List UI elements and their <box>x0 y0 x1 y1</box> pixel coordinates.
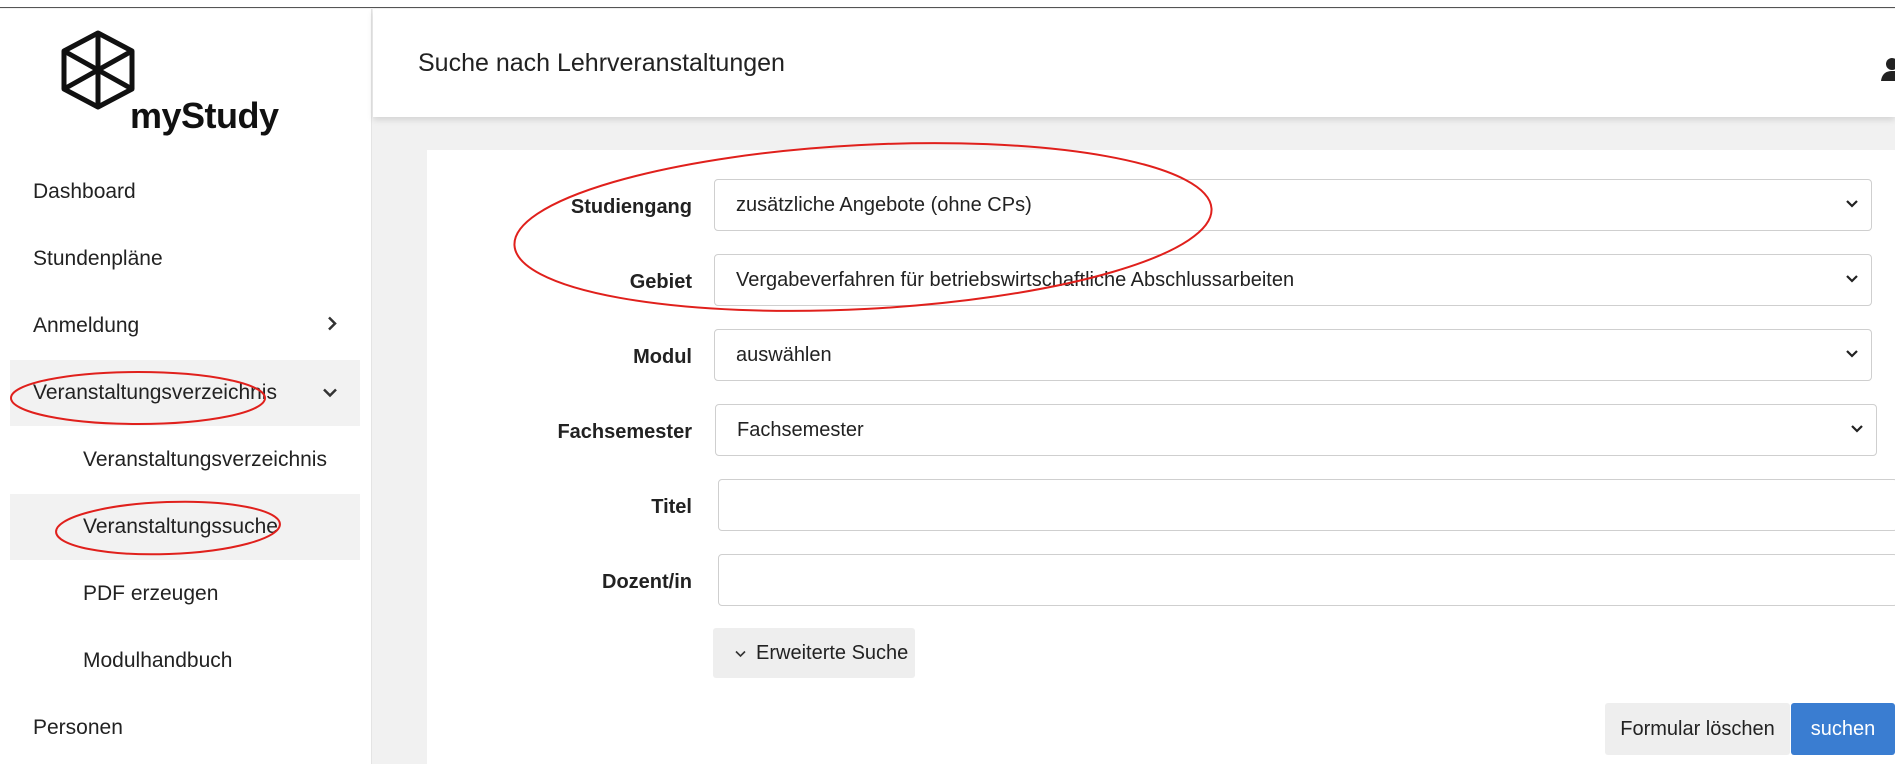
studiengang-select[interactable]: zusätzliche Angebote (ohne CPs) <box>714 179 1872 231</box>
chevron-right-icon <box>326 315 338 338</box>
chevron-down-icon <box>1845 196 1859 214</box>
search-form-card: Studiengang zusätzliche Angebote (ohne C… <box>427 150 1895 764</box>
erweiterte-suche-button[interactable]: Erweiterte Suche <box>713 628 915 678</box>
sidebar-item-label: Stundenpläne <box>33 247 163 270</box>
fachsemester-value: Fachsemester <box>737 418 864 441</box>
chevron-down-icon <box>1845 346 1859 364</box>
page-title: Suche nach Lehrveranstaltungen <box>418 49 785 77</box>
titel-label: Titel <box>651 496 692 518</box>
sidebar-item-label: PDF erzeugen <box>83 582 219 605</box>
sidebar-item-stundenplaene[interactable]: Stundenpläne <box>10 226 360 292</box>
hexagon-cube-icon <box>61 30 135 110</box>
modul-value: auswählen <box>736 343 832 366</box>
search-button[interactable]: suchen <box>1791 703 1895 755</box>
sidebar-item-label: Veranstaltungssuche <box>83 515 278 538</box>
chevron-down-icon <box>322 382 338 405</box>
sidebar-subitem-veranstaltungsverzeichnis[interactable]: Veranstaltungsverzeichnis <box>10 427 360 493</box>
sidebar-subitem-modulhandbuch[interactable]: Modulhandbuch <box>10 628 360 694</box>
logo[interactable]: myStudy <box>60 29 280 139</box>
chevron-down-icon <box>735 646 746 661</box>
erweiterte-suche-label: Erweiterte Suche <box>756 641 909 664</box>
sidebar-item-label: Anmeldung <box>33 314 140 337</box>
sidebar: myStudy Dashboard Stundenpläne Anmeldung… <box>0 9 372 764</box>
modul-select[interactable]: auswählen <box>714 329 1872 381</box>
sidebar-item-label: Veranstaltungsverzeichnis <box>83 448 327 471</box>
sidebar-subitem-pdf-erzeugen[interactable]: PDF erzeugen <box>10 561 360 627</box>
sidebar-item-label: Personen <box>33 716 123 739</box>
studiengang-label: Studiengang <box>570 196 692 218</box>
page-header: Suche nach Lehrveranstaltungen <box>373 9 1895 117</box>
gebiet-value: Vergabeverfahren für betriebswirtschaftl… <box>736 268 1295 291</box>
user-icon[interactable] <box>1881 57 1895 83</box>
sidebar-item-dashboard[interactable]: Dashboard <box>10 159 360 225</box>
sidebar-item-anmeldung[interactable]: Anmeldung <box>10 293 360 359</box>
sidebar-item-veranstaltungsverzeichnis[interactable]: Veranstaltungsverzeichnis <box>10 360 360 426</box>
sidebar-item-label: Modulhandbuch <box>83 649 233 672</box>
chevron-down-icon <box>1845 271 1859 289</box>
dozent-label: Dozent/in <box>602 571 692 593</box>
app-name: myStudy <box>130 95 279 136</box>
dozent-input[interactable] <box>718 554 1895 606</box>
gebiet-label: Gebiet <box>629 271 692 293</box>
sidebar-item-label: Veranstaltungsverzeichnis <box>33 381 277 404</box>
fachsemester-label: Fachsemester <box>557 421 692 443</box>
gebiet-select[interactable]: Vergabeverfahren für betriebswirtschaftl… <box>714 254 1872 306</box>
sidebar-subitem-veranstaltungssuche[interactable]: Veranstaltungssuche <box>10 494 360 560</box>
sidebar-item-label: Dashboard <box>33 180 136 203</box>
titel-input[interactable] <box>718 479 1895 531</box>
chevron-down-icon <box>1850 421 1864 439</box>
sidebar-item-personen[interactable]: Personen <box>10 695 360 761</box>
formular-loeschen-button[interactable]: Formular löschen <box>1605 703 1790 755</box>
top-border <box>0 0 1895 8</box>
fachsemester-select[interactable]: Fachsemester <box>715 404 1877 456</box>
modul-label: Modul <box>633 346 692 368</box>
studiengang-value: zusätzliche Angebote (ohne CPs) <box>736 193 1032 216</box>
